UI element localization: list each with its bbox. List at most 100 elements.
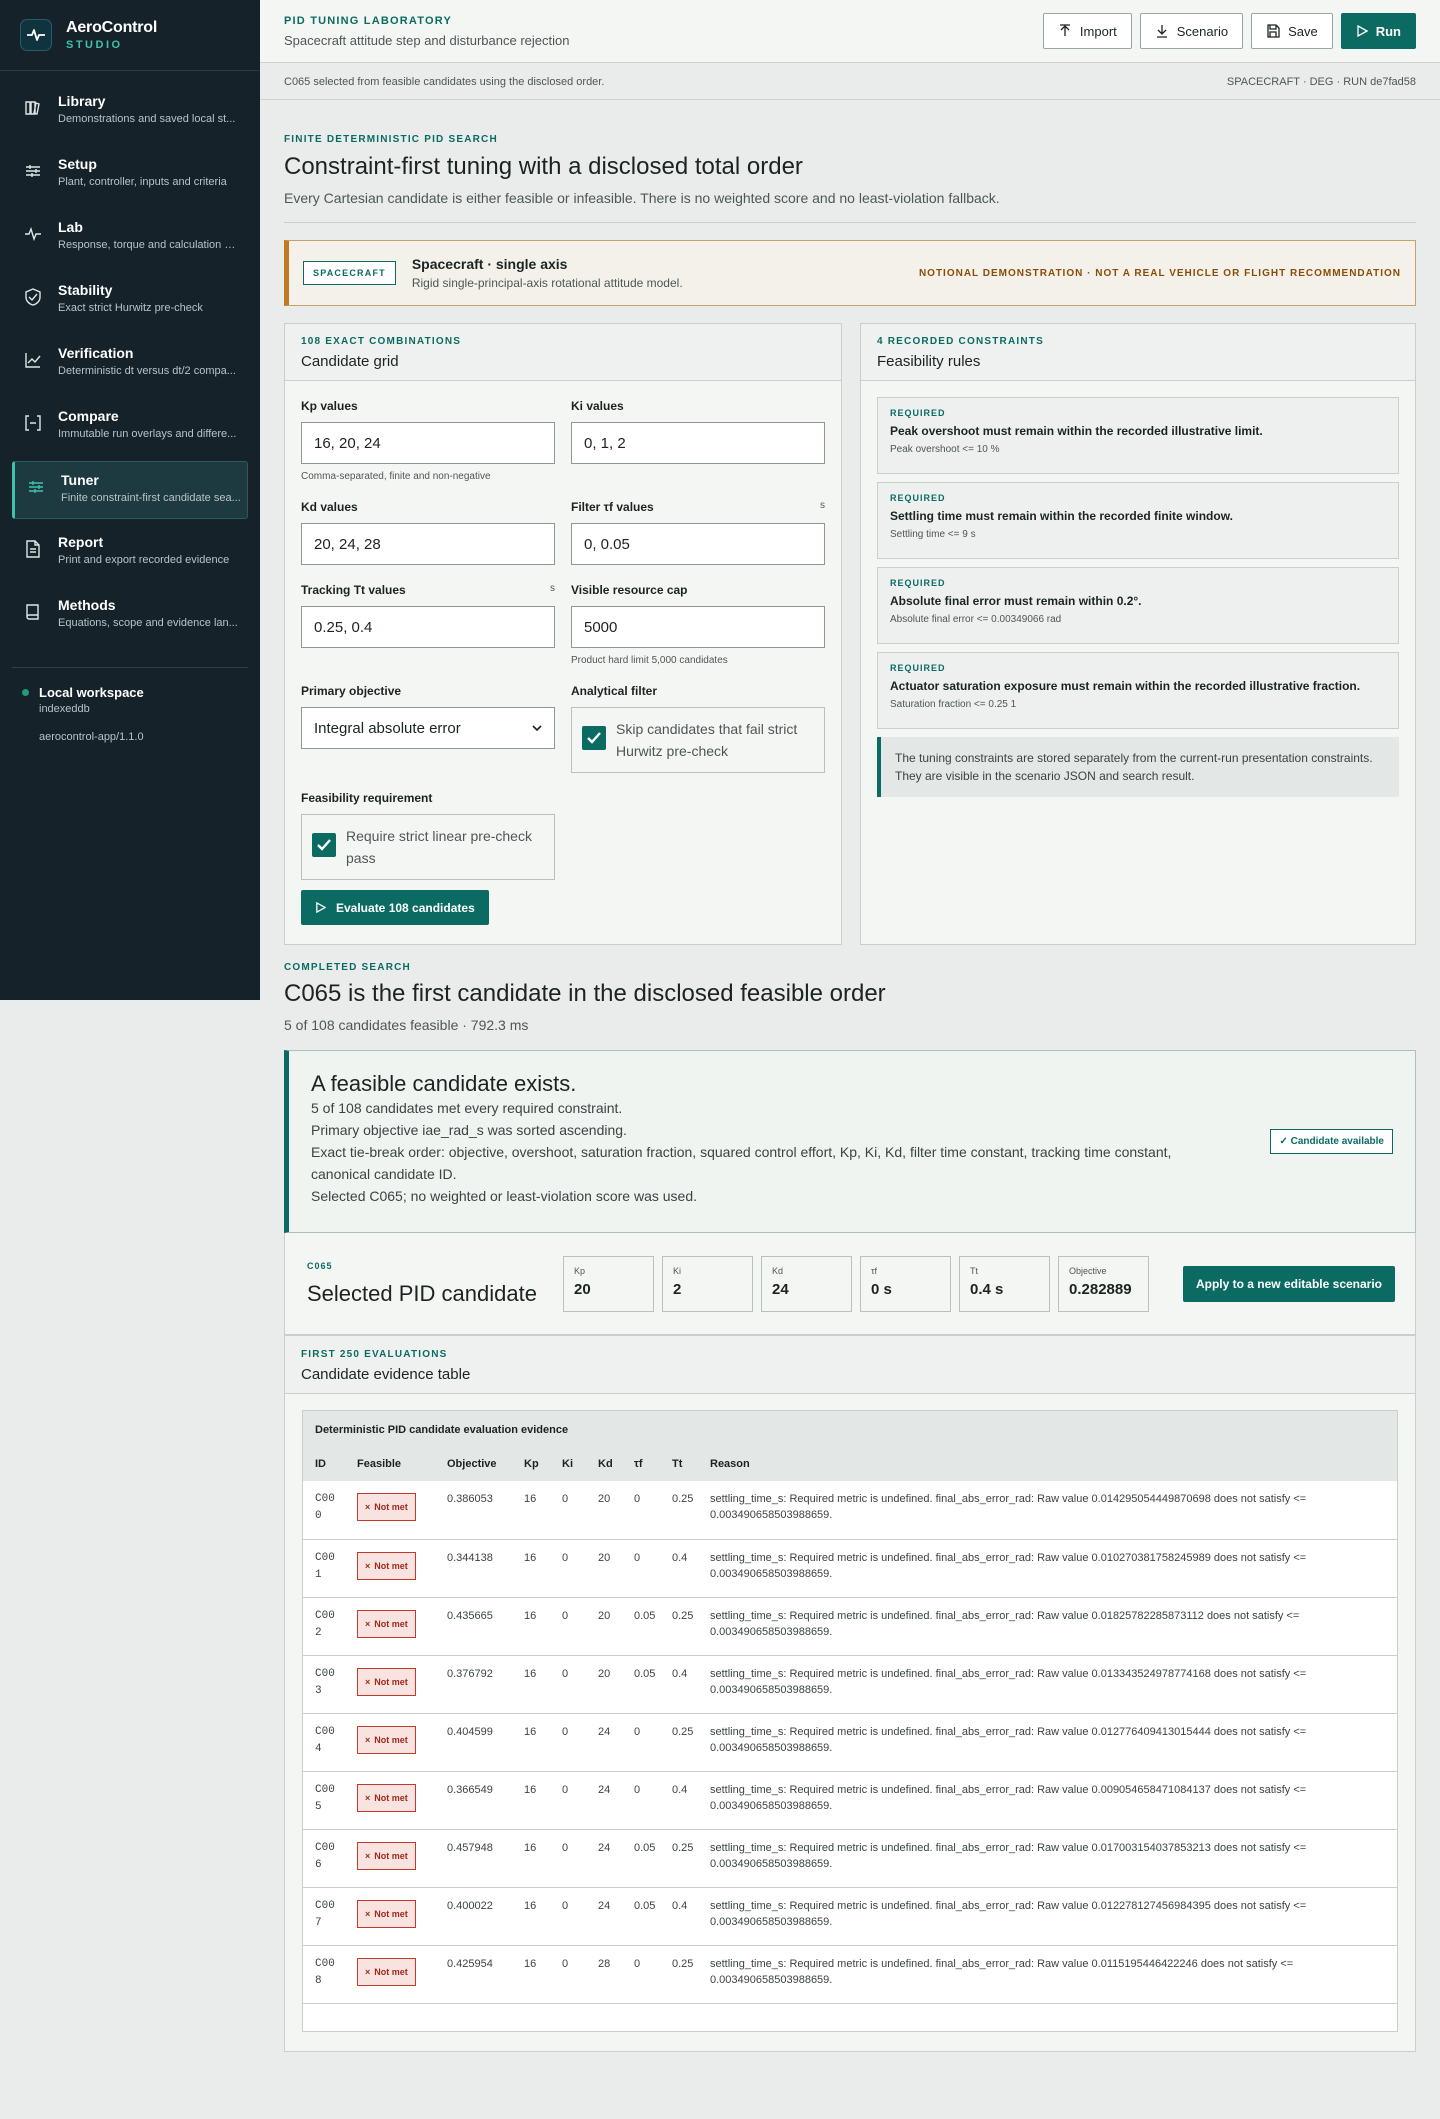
sidebar-item-stability[interactable]: Stability Exact strict Hurwitz pre-check: [12, 272, 248, 330]
cell-tt: 0.25: [660, 1829, 698, 1888]
resource-cap-label: Visible resource cap: [571, 583, 688, 597]
cell-tt: 0.4: [660, 1539, 698, 1598]
column-header: ID: [303, 1446, 345, 1481]
sidebar-item-description: Finite constraint-first candidate sea...: [61, 492, 241, 504]
evidence-title: Candidate evidence table: [301, 1366, 471, 1383]
scenario-description: Rigid single-principal-axis rotational a…: [411, 276, 683, 290]
cell-kd: 20: [586, 1481, 622, 1540]
aerocontrol-logo-icon: [20, 19, 52, 51]
feasible-cell: × Not met: [345, 1945, 435, 2004]
required-tag: REQUIRED: [890, 663, 946, 673]
required-tag: REQUIRED: [890, 578, 946, 588]
filter-tf-input[interactable]: 0, 0.05: [571, 523, 825, 565]
cross-icon: ×: [365, 1908, 371, 1919]
cross-icon: ×: [365, 1618, 371, 1629]
cell-objective: 0.435665: [435, 1597, 512, 1656]
hurwitz-filter-checkbox[interactable]: Skip candidates that fail strict Hurwitz…: [571, 707, 825, 773]
kd-values-input[interactable]: 20, 24, 28: [301, 523, 555, 565]
tracking-tt-unit: s: [550, 583, 555, 594]
column-header: Reason: [698, 1446, 1397, 1481]
evaluate-candidates-button[interactable]: Evaluate 108 candidates: [301, 890, 489, 925]
not-met-text: Not met: [374, 1908, 408, 1919]
cell-reason: settling_time_s: Required metric is unde…: [698, 1539, 1397, 1598]
sidebar-item-tuner[interactable]: Tuner Finite constraint-first candidate s…: [12, 461, 248, 519]
not-met-text: Not met: [374, 1850, 408, 1861]
scenario-button[interactable]: Scenario: [1139, 13, 1244, 49]
resource-cap-input[interactable]: 5000: [571, 606, 825, 648]
feasible-cell: × Not met: [345, 1829, 435, 1888]
cell-objective: 0.457948: [435, 1829, 512, 1888]
evidence-table: ID Feasible Objective Kp Ki Kd τf Tt Reason C000…: [303, 1446, 1397, 2004]
feasibility-rules-panel: 4 RECORDED CONSTRAINTS Feasibility rules…: [860, 323, 1416, 945]
completed-search-section: COMPLETED SEARCH C065 is the first candi…: [284, 962, 1416, 1033]
scenario-notice: SPACECRAFT Spacecraft · single axis Rigi…: [284, 240, 1416, 306]
workspace-title: Local workspace: [39, 685, 144, 700]
result-line: 5 of 108 candidates met every required c…: [311, 1100, 623, 1116]
result-title: A feasible candidate exists.: [311, 1071, 577, 1096]
sidebar-nav: Library Demonstrations and saved local st…: [0, 71, 260, 645]
evidence-table-container[interactable]: Deterministic PID candidate evaluation e…: [302, 1410, 1398, 2032]
stat-label: Ki: [673, 1265, 682, 1276]
objective-select[interactable]: Integral absolute error: [301, 707, 555, 749]
sidebar-item-lab[interactable]: Lab Response, torque and calculation e...: [12, 209, 248, 267]
sidebar-item-label: Setup: [58, 156, 97, 172]
sidebar-item-methods[interactable]: Methods Equations, scope and evidence lan…: [12, 587, 248, 645]
not-met-text: Not met: [374, 1966, 408, 1977]
stat-τf: τf 0 s: [860, 1255, 951, 1312]
sidebar-item-setup[interactable]: Setup Plant, controller, inputs and crite…: [12, 146, 248, 204]
cell-objective: 0.366549: [435, 1771, 512, 1830]
run-button[interactable]: Run: [1340, 13, 1416, 49]
table-row: C008 × Not met 0.425954 16 0 28 0 0.25 settling_t…: [303, 1945, 1397, 2004]
feasible-cell: × Not met: [345, 1539, 435, 1598]
column-header: Feasible: [345, 1446, 435, 1481]
tracking-tt-input[interactable]: 0.25, 0.4: [301, 606, 555, 648]
cell-kp: 16: [512, 1597, 550, 1656]
sidebar-item-label: Stability: [58, 282, 113, 298]
kp-label: Kp values: [301, 399, 358, 413]
cell-ki: 0: [550, 1887, 586, 1946]
column-header: Objective: [435, 1446, 512, 1481]
not-met-text: Not met: [374, 1676, 408, 1687]
resource-cap-hint: Product hard limit 5,000 candidates: [571, 655, 728, 666]
sidebar-item-description: Response, torque and calculation e...: [58, 239, 238, 251]
rules-title: Feasibility rules: [877, 353, 981, 370]
sidebar-item-compare[interactable]: Compare Immutable run overlays and differ…: [12, 398, 248, 456]
kp-values-input[interactable]: 16, 20, 24: [301, 422, 555, 464]
scenario-badge: SPACECRAFT: [303, 261, 396, 285]
cross-icon: ×: [365, 1560, 371, 1571]
brand[interactable]: AeroControl STUDIO: [0, 0, 260, 71]
stat-value: 20: [574, 1280, 591, 1298]
completed-title: C065 is the first candidate in the discl…: [284, 980, 886, 1007]
scenario-title: Spacecraft · single axis: [411, 256, 568, 272]
sidebar-item-verification[interactable]: Verification Deterministic dt versus dt/2…: [12, 335, 248, 393]
linear-precheck-checkbox[interactable]: Require strict linear pre-check pass: [301, 814, 555, 880]
filter-tf-label: Filter τf values: [571, 500, 654, 514]
table-caption: Deterministic PID candidate evaluation e…: [303, 1411, 1397, 1446]
ki-values-input[interactable]: 0, 1, 2: [571, 422, 825, 464]
hurwitz-filter-text: Skip candidates that fail strict Hurwitz…: [616, 721, 798, 759]
cell-tt: 0.25: [660, 1945, 698, 2004]
constraint-card: REQUIRED Absolute final error must remain…: [877, 567, 1399, 644]
import-button[interactable]: Import: [1042, 13, 1132, 49]
sidebar-item-description: Deterministic dt versus dt/2 compa...: [58, 365, 236, 377]
sidebar-item-report[interactable]: Report Print and export recorded evidence: [12, 524, 248, 582]
cell-tt: 0.4: [660, 1655, 698, 1714]
status-bar: C065 selected from feasible candidates u…: [260, 64, 1440, 100]
cell-kd: 28: [586, 1945, 622, 2004]
constraint-text: Actuator saturation exposure must remain…: [890, 679, 1361, 693]
result-line: Selected C065; no weighted or least-viol…: [311, 1188, 697, 1204]
save-button[interactable]: Save: [1251, 13, 1333, 49]
cell-kp: 16: [512, 1539, 550, 1598]
table-row: C007 × Not met 0.400022 16 0 24 0.05 0.4 settling…: [303, 1887, 1397, 1946]
table-row: C003 × Not met 0.376792 16 0 20 0.05 0.4 settling…: [303, 1655, 1397, 1714]
not-met-badge: × Not met: [357, 1493, 416, 1521]
sidebar-item-library[interactable]: Library Demonstrations and saved local st…: [12, 83, 248, 141]
constraint-text: Settling time must remain within the rec…: [890, 509, 1233, 523]
divider: [284, 222, 1416, 223]
app-subtitle: STUDIO: [66, 39, 123, 51]
cell-tf: 0: [622, 1771, 660, 1830]
sidebar-item-label: Report: [58, 534, 104, 550]
apply-scenario-button[interactable]: Apply to a new editable scenario: [1182, 1265, 1395, 1302]
sidebar-item-label: Tuner: [61, 472, 99, 488]
not-met-text: Not met: [374, 1618, 408, 1629]
